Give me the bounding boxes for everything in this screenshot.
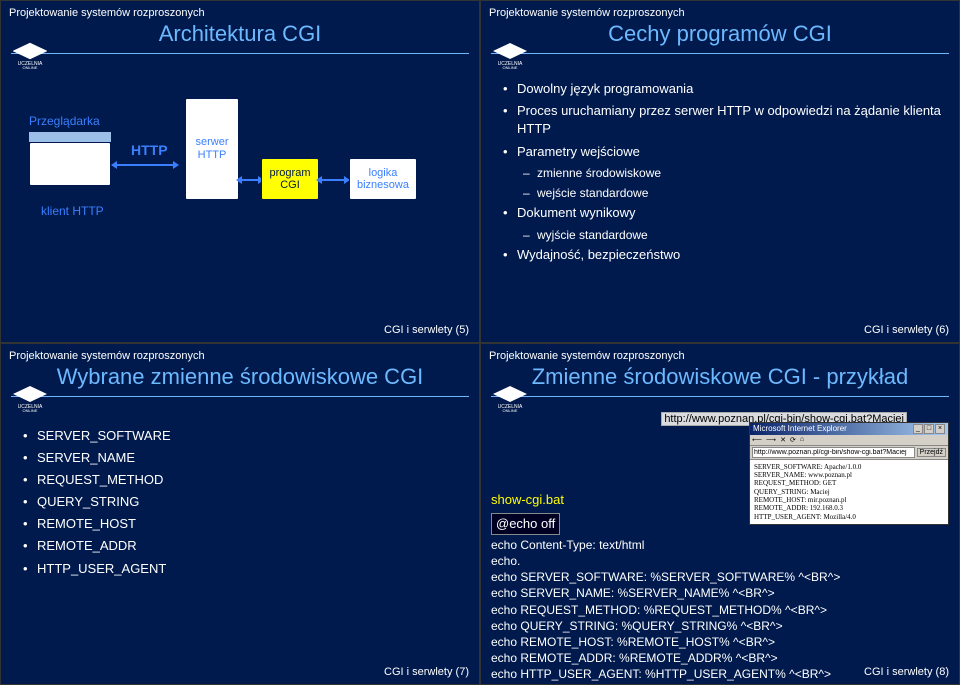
program-label: program CGI <box>262 167 318 191</box>
env-var-item: SERVER_NAME <box>23 449 461 467</box>
output-line: REMOTE_HOST: mir.poznan.pl <box>754 496 944 504</box>
minimize-icon[interactable]: _ <box>913 424 923 434</box>
feature-subitem: wyjście standardowe <box>523 227 941 244</box>
course-label: Projektowanie systemów rozproszonych <box>481 344 959 364</box>
go-button[interactable]: Przejdź <box>917 448 946 457</box>
env-var-item: REMOTE_ADDR <box>23 537 461 555</box>
course-label: Projektowanie systemów rozproszonych <box>481 1 959 21</box>
http-arrow <box>116 164 174 166</box>
feature-item: Wydajność, bezpieczeństwo <box>503 246 941 264</box>
script-line: echo REMOTE_HOST: %REMOTE_HOST% ^<BR^> <box>491 634 941 650</box>
address-input[interactable] <box>752 447 915 458</box>
http-label: HTTP <box>131 142 168 158</box>
output-line: SERVER_SOFTWARE: Apache/1.0.0 <box>754 463 944 471</box>
script-line: echo SERVER_SOFTWARE: %SERVER_SOFTWARE% … <box>491 569 941 585</box>
browser-titlebar <box>29 132 111 142</box>
logic-box: logika biznesowa <box>349 158 417 200</box>
feature-subitem: zmienne środowiskowe <box>523 165 941 182</box>
env-var-item: SERVER_SOFTWARE <box>23 427 461 445</box>
footer: CGI i serwlety (7) <box>384 666 469 678</box>
footer: CGI i serwlety (5) <box>384 324 469 336</box>
logo: UCZELNIAONLINE <box>9 382 51 412</box>
server-label: serwer HTTP <box>190 136 234 162</box>
slide-title: Cechy programów CGI <box>491 21 949 54</box>
script-line: echo REMOTE_ADDR: %REMOTE_ADDR% ^<BR^> <box>491 650 941 666</box>
close-icon[interactable]: × <box>935 424 945 434</box>
env-var-list: SERVER_SOFTWARE SERVER_NAME REQUEST_METH… <box>1 413 479 596</box>
refresh-icon[interactable]: ⟳ <box>790 436 796 444</box>
course-label: Projektowanie systemów rozproszonych <box>1 344 479 364</box>
client-label: klient HTTP <box>41 204 104 218</box>
feature-item: Dowolny język programowania <box>503 80 941 98</box>
server-program-arrow <box>241 179 259 181</box>
browser-box <box>29 142 111 186</box>
env-var-item: QUERY_STRING <box>23 493 461 511</box>
ie-address-bar: Przejdź <box>750 446 948 460</box>
architecture-diagram: Przeglądarka klient HTTP HTTP serwer HTT… <box>1 74 479 284</box>
footer: CGI i serwlety (6) <box>864 324 949 336</box>
slide-title: Wybrane zmienne środowiskowe CGI <box>11 364 469 397</box>
server-box: serwer HTTP <box>185 98 239 200</box>
forward-icon[interactable]: ⟶ <box>766 436 776 444</box>
echo-off-line: @echo off <box>491 513 560 535</box>
ie-page-body: SERVER_SOFTWARE: Apache/1.0.0 SERVER_NAM… <box>750 460 948 525</box>
bullet-list: Dowolny język programowania Proces uruch… <box>481 66 959 283</box>
slide-env-vars: Projektowanie systemów rozproszonych Wyb… <box>0 343 480 685</box>
stop-icon[interactable]: ✕ <box>780 436 786 444</box>
script-line: echo Content-Type: text/html <box>491 537 941 553</box>
slide-features: Projektowanie systemów rozproszonych Cec… <box>480 0 960 343</box>
feature-subitem: wejście standardowe <box>523 185 941 202</box>
logo: UCZELNIAONLINE <box>489 382 531 412</box>
output-line: HTTP_USER_AGENT: Mozilla/4.0 <box>754 513 944 521</box>
slide-title: Architektura CGI <box>11 21 469 54</box>
home-icon[interactable]: ⌂ <box>800 436 804 444</box>
back-icon[interactable]: ⟵ <box>752 436 762 444</box>
env-var-item: HTTP_USER_AGENT <box>23 560 461 578</box>
output-line: SERVER_NAME: www.poznan.pl <box>754 471 944 479</box>
output-line: REMOTE_ADDR: 192.168.0.3 <box>754 504 944 512</box>
ie-titlebar: Microsoft Internet Explorer _ □ × <box>750 423 948 435</box>
script-line: echo REQUEST_METHOD: %REQUEST_METHOD% ^<… <box>491 602 941 618</box>
feature-item: Dokument wynikowy <box>503 204 941 222</box>
course-label: Projektowanie systemów rozproszonych <box>1 1 479 21</box>
svg-text:ONLINE: ONLINE <box>23 65 38 69</box>
svg-text:ONLINE: ONLINE <box>503 65 518 69</box>
output-line: REQUEST_METHOD: GET <box>754 479 944 487</box>
logo: UCZELNIAONLINE <box>9 39 51 69</box>
svg-text:ONLINE: ONLINE <box>503 408 518 412</box>
footer: CGI i serwlety (8) <box>864 666 949 678</box>
slide-architecture: Projektowanie systemów rozproszonych Arc… <box>0 0 480 343</box>
slide-title: Zmienne środowiskowe CGI - przykład <box>491 364 949 397</box>
env-var-item: REQUEST_METHOD <box>23 471 461 489</box>
script-line: echo. <box>491 553 941 569</box>
feature-item: Parametry wejściowe <box>503 143 941 161</box>
output-line: QUERY_STRING: Maciej <box>754 488 944 496</box>
ie-browser-window: Microsoft Internet Explorer _ □ × ⟵ ⟶ ✕ … <box>749 422 949 526</box>
browser-label: Przeglądarka <box>29 114 100 128</box>
program-cgi-box: program CGI <box>261 158 319 200</box>
maximize-icon[interactable]: □ <box>924 424 934 434</box>
program-logic-arrow <box>321 179 345 181</box>
logic-label: logika biznesowa <box>350 167 416 191</box>
slide-example: Projektowanie systemów rozproszonych Zmi… <box>480 343 960 685</box>
logo: UCZELNIAONLINE <box>489 39 531 69</box>
ie-title: Microsoft Internet Explorer <box>753 424 847 433</box>
script-line: echo SERVER_NAME: %SERVER_NAME% ^<BR^> <box>491 585 941 601</box>
ie-toolbar: ⟵ ⟶ ✕ ⟳ ⌂ <box>750 435 948 446</box>
feature-item: Proces uruchamiany przez serwer HTTP w o… <box>503 102 941 138</box>
script-line: echo QUERY_STRING: %QUERY_STRING% ^<BR^> <box>491 618 941 634</box>
env-var-item: REMOTE_HOST <box>23 515 461 533</box>
svg-text:ONLINE: ONLINE <box>23 408 38 412</box>
